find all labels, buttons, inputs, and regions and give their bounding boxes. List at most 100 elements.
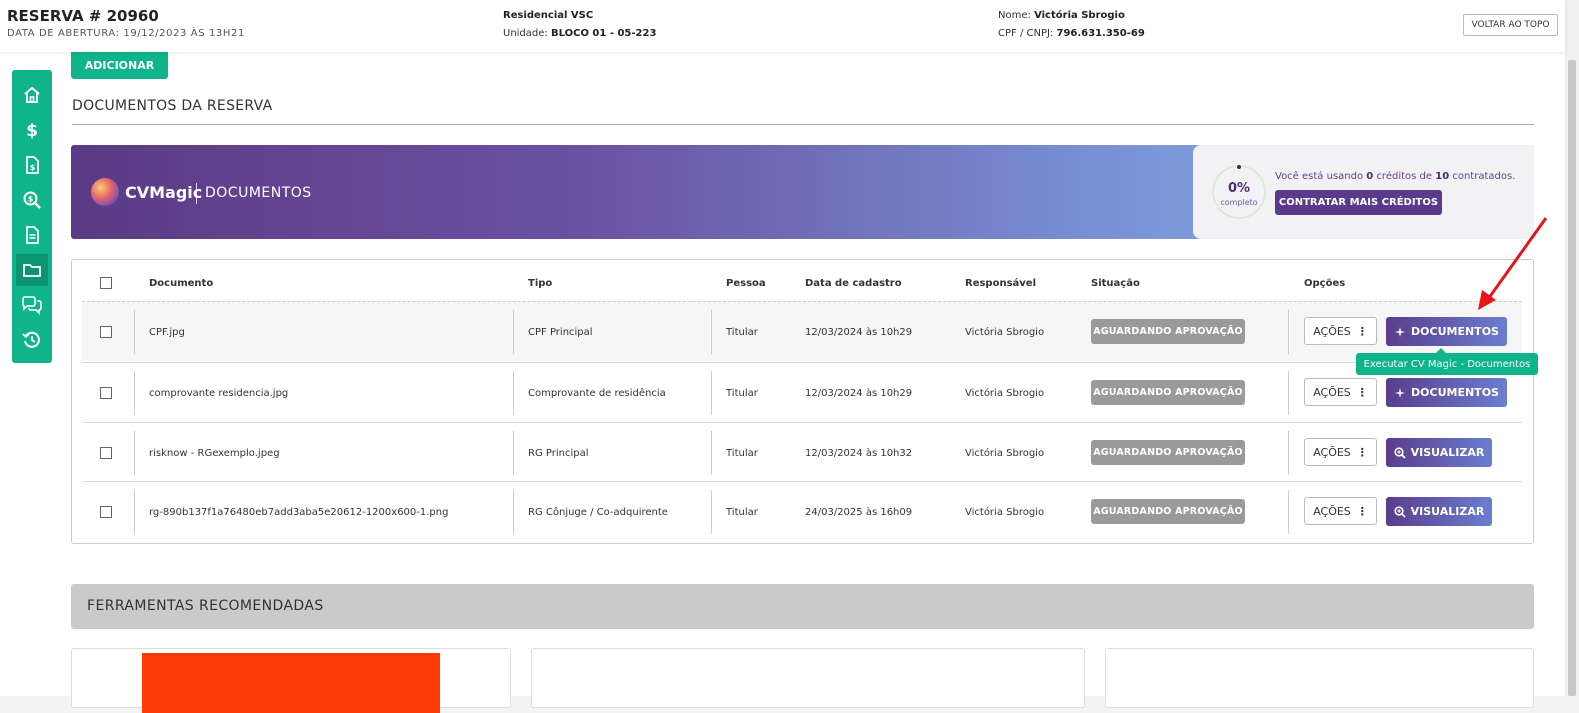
kebab-icon: ⋮ xyxy=(1356,324,1368,338)
column-separator xyxy=(1288,431,1289,475)
reserva-header: RESERVA # 20960 DATA DE ABERTURA: 19/12/… xyxy=(0,0,1565,52)
section-divider xyxy=(72,124,1534,125)
history-icon xyxy=(22,331,40,348)
actions-menu-button[interactable]: AÇÕES ⋮ xyxy=(1304,497,1377,525)
progress-ring: 0% completo xyxy=(1212,165,1266,219)
unidade-label: Unidade: xyxy=(503,28,548,39)
table-row: risknow - RGexemplo.jpeg RG Principal Titu… xyxy=(82,422,1522,482)
dollar-icon: $ xyxy=(26,121,38,140)
sidebar-item-analise[interactable]: $ xyxy=(16,184,48,216)
folder-icon xyxy=(23,264,41,277)
visualizar-button[interactable]: VISUALIZAR xyxy=(1386,497,1492,526)
page: ADICIONAR DOCUMENTOS DA RESERVA CVMagic … xyxy=(0,0,1565,713)
documents-table: Documento Tipo Pessoa Data de cadastro R… xyxy=(71,259,1534,544)
svg-text:$: $ xyxy=(28,195,34,204)
nome-value: Victória Sbrogio xyxy=(1034,10,1125,21)
cvmagic-documentos-button[interactable]: DOCUMENTOS xyxy=(1386,378,1507,407)
zoom-icon xyxy=(1394,446,1406,459)
recommended-tools-title: FERRAMENTAS RECOMENDADAS xyxy=(87,598,324,614)
cliente-nome: Nome: Victória Sbrogio xyxy=(998,10,1125,21)
sidebar-item-contratos[interactable] xyxy=(16,219,48,251)
section-title: DOCUMENTOS DA RESERVA xyxy=(72,98,273,114)
row-checkbox[interactable] xyxy=(100,506,112,518)
row-checkbox[interactable] xyxy=(100,387,112,399)
column-separator xyxy=(711,490,712,534)
tool-card-1[interactable] xyxy=(71,648,511,713)
kebab-icon: ⋮ xyxy=(1356,504,1368,518)
cell-data: 12/03/2024 às 10h32 xyxy=(805,447,913,459)
actions-menu-button[interactable]: AÇÕES ⋮ xyxy=(1304,317,1377,345)
recommended-tools-bar: FERRAMENTAS RECOMENDADAS xyxy=(71,584,1534,629)
red-arrow-annotation xyxy=(1478,217,1548,310)
cvmagic-documentos-button[interactable]: DOCUMENTOS xyxy=(1386,317,1507,346)
row-checkbox[interactable] xyxy=(100,326,112,338)
buy-credits-button[interactable]: CONTRATAR MAIS CRÉDITOS xyxy=(1275,190,1442,215)
tool-card-2[interactable] xyxy=(531,648,1085,708)
home-icon xyxy=(24,86,40,103)
action-label: VISUALIZAR xyxy=(1410,446,1485,459)
sidebar-item-home[interactable] xyxy=(16,79,48,111)
row-checkbox[interactable] xyxy=(100,447,112,459)
kebab-icon: ⋮ xyxy=(1356,385,1368,399)
column-separator xyxy=(1288,490,1289,534)
select-all-checkbox[interactable] xyxy=(100,277,112,289)
col-tipo: Tipo xyxy=(528,278,553,289)
sidebar-item-documentos[interactable] xyxy=(16,254,48,286)
sidebar-item-boletos[interactable]: $ xyxy=(16,149,48,181)
sidebar-item-historico[interactable] xyxy=(16,324,48,356)
reserva-date: DATA DE ABERTURA: 19/12/2023 ÀS 13H21 xyxy=(7,28,245,39)
visualizar-button[interactable]: VISUALIZAR xyxy=(1386,438,1492,467)
credits-text: Você está usando 0 créditos de 10 contra… xyxy=(1275,171,1515,182)
credits-mid: créditos de xyxy=(1376,171,1433,182)
actions-menu-button[interactable]: AÇÕES ⋮ xyxy=(1304,438,1377,466)
status-badge: AGUARDANDO APROVAÇÃO xyxy=(1091,440,1245,465)
add-button[interactable]: ADICIONAR xyxy=(71,52,168,79)
column-separator xyxy=(134,431,135,475)
sidebar-item-financeiro[interactable]: $ xyxy=(16,114,48,146)
banner-brand: CVMagic xyxy=(125,183,203,202)
cell-data: 24/03/2025 às 16h09 xyxy=(805,506,913,518)
col-pessoa: Pessoa xyxy=(726,278,766,289)
chat-icon xyxy=(22,296,42,315)
column-separator xyxy=(711,431,712,475)
progress-label: completo xyxy=(1220,198,1258,207)
cell-responsavel: Victória Sbrogio xyxy=(965,387,1045,399)
actions-label: AÇÕES xyxy=(1313,324,1351,338)
sidebar-item-mensagens[interactable] xyxy=(16,289,48,321)
tool-card-3[interactable] xyxy=(1105,648,1534,708)
credits-pre: Você está usando xyxy=(1275,171,1364,182)
scrollbar-thumb[interactable] xyxy=(1568,60,1576,696)
document-icon xyxy=(26,226,39,244)
cvmagic-banner: CVMagic DOCUMENTOS 0% completo Você está… xyxy=(71,145,1534,239)
col-data: Data de cadastro xyxy=(805,278,902,289)
column-separator xyxy=(134,490,135,534)
credits-total: 10 xyxy=(1435,171,1450,182)
page-scrollbar[interactable] xyxy=(1565,0,1579,696)
invoice-icon: $ xyxy=(26,156,39,174)
cell-pessoa: Titular xyxy=(726,506,758,518)
actions-label: AÇÕES xyxy=(1313,385,1351,399)
column-separator xyxy=(1288,371,1289,415)
cell-documento: CPF.jpg xyxy=(149,326,185,338)
col-documento: Documento xyxy=(149,278,214,289)
actions-menu-button[interactable]: AÇÕES ⋮ xyxy=(1304,378,1377,406)
nome-label: Nome: xyxy=(998,10,1031,21)
cell-pessoa: Titular xyxy=(726,326,758,338)
column-separator xyxy=(1288,310,1289,354)
cell-documento: risknow - RGexemplo.jpeg xyxy=(149,447,280,459)
cell-responsavel: Victória Sbrogio xyxy=(965,447,1045,459)
col-opcoes: Opções xyxy=(1304,278,1346,289)
column-separator xyxy=(134,310,135,354)
cell-data: 12/03/2024 às 10h29 xyxy=(805,326,913,338)
cell-data: 12/03/2024 às 10h29 xyxy=(805,387,913,399)
back-to-top-button[interactable]: VOLTAR AO TOPO xyxy=(1463,14,1558,36)
actions-label: AÇÕES xyxy=(1313,445,1351,459)
column-separator xyxy=(711,371,712,415)
sidebar: $ $ $ xyxy=(12,70,52,363)
cell-tipo: CPF Principal xyxy=(528,326,593,338)
column-separator xyxy=(513,371,514,415)
col-situacao: Situação xyxy=(1091,278,1140,289)
status-badge: AGUARDANDO APROVAÇÃO xyxy=(1091,499,1245,524)
zoom-icon xyxy=(1394,505,1406,518)
col-responsavel: Responsável xyxy=(965,278,1037,289)
